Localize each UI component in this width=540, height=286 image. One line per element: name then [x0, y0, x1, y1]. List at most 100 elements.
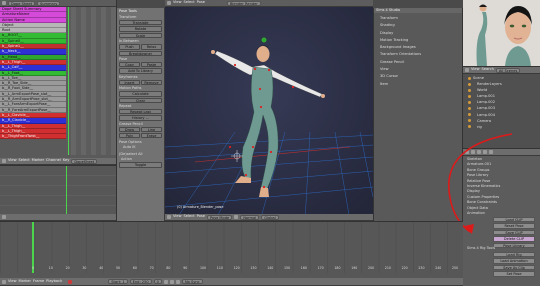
dopesheet-menu-marker[interactable]: Marker [32, 159, 44, 163]
dialog-panel-header[interactable]: 3D Cursor [374, 73, 462, 80]
dialog-panel-header[interactable]: Grease Pencil [374, 59, 462, 66]
tool-button[interactable]: Scale [119, 32, 162, 39]
tool-button[interactable]: Calculate [119, 91, 162, 97]
timeline-ticks: 0 10 20 30 40 50 60 70 80 90 100 110 120 130 140 150 160… [0, 266, 463, 272]
properties-dialog-list: Transform Shading Display Motion Tracking Ba… [374, 15, 462, 88]
timeline-menu-view[interactable]: View [8, 279, 17, 284]
tool-button[interactable]: Erase [141, 133, 162, 139]
timeline-tick-label: 120 [233, 266, 240, 270]
dialog-panel-header[interactable]: Transform Orientations [374, 51, 462, 58]
tool-sections: Transform Translate Rotate Scale In-Between P… [119, 15, 162, 139]
jump-start-icon[interactable] [163, 279, 168, 284]
dialog-panel-header[interactable]: Background Images [374, 44, 462, 51]
properties-dialog-header: Sims 4 Studio [374, 8, 462, 13]
timeline-tick-label: 160 [300, 266, 307, 270]
outliner-scene-select[interactable]: All Scenes [495, 67, 521, 73]
render-engine-select[interactable]: Blender Render [226, 0, 261, 6]
viewport-header-item-2[interactable]: Pose [197, 1, 205, 5]
orientation-select[interactable]: Global [261, 214, 279, 220]
tool-button[interactable]: Translate [119, 20, 162, 26]
playhead[interactable] [68, 7, 69, 155]
jump-end-icon[interactable] [175, 279, 180, 284]
timeline-menu-frame[interactable]: Frame [33, 279, 44, 284]
tool-button[interactable]: Line [141, 126, 162, 133]
tool-button[interactable]: Repeat Last [119, 108, 162, 115]
timeline-menu-playback[interactable]: Playback [46, 279, 62, 284]
tool-button[interactable]: Rotate [119, 26, 162, 32]
tool-button[interactable]: History ... [119, 115, 162, 121]
dialog-panel-header[interactable]: Item [374, 81, 462, 88]
current-frame-field[interactable]: 0 [153, 279, 162, 284]
dopesheet-menu-view[interactable]: View [8, 159, 17, 163]
outliner-view-menu[interactable]: View [471, 68, 480, 72]
timeline-tick-label: 0 [32, 266, 35, 270]
viewport-footer-item-0[interactable]: View [173, 215, 182, 219]
dopesheet-menu-key[interactable]: Key [63, 159, 70, 163]
dialog-panel-header[interactable]: Transform [374, 15, 462, 22]
dialog-panel-header[interactable]: View [374, 66, 462, 73]
timeline-tick-label: 80 [166, 266, 171, 270]
dopesheet-mode-select[interactable]: DopeSheet [71, 158, 98, 164]
viewport-footer: View Select Pose Pose Mode Normal Global [165, 214, 373, 221]
editor-type-icon[interactable] [2, 1, 6, 5]
pivot-select[interactable]: Normal [240, 214, 260, 220]
tool-button[interactable]: Remove [141, 79, 162, 86]
start-frame-field[interactable]: Start: 1 [108, 279, 128, 284]
dialog-panel-header[interactable]: Shading [374, 22, 462, 29]
tool-button[interactable]: Relax [141, 44, 162, 50]
outliner-editor-icon[interactable] [465, 68, 469, 72]
blender-logo-icon [167, 1, 171, 5]
tool-button[interactable]: Draw [119, 126, 140, 133]
editor-menu-icon[interactable] [2, 159, 6, 163]
viewport-3d[interactable]: View Select Pose Blender Render (0) Arma… [165, 0, 373, 221]
viewport-footer-item-2[interactable]: Pose [197, 215, 205, 219]
tool-button[interactable]: Breakdowner [119, 50, 162, 56]
tool-button[interactable]: Add To Library [119, 68, 162, 74]
record-icon[interactable] [68, 279, 73, 284]
dopesheet-header-tab-1[interactable]: Summary [37, 0, 61, 6]
timeline-tick-label: 110 [216, 266, 223, 270]
timeline-tick-label: 180 [334, 266, 341, 270]
tool-button[interactable]: Poly [119, 133, 140, 139]
sync-select[interactable]: No Sync [181, 279, 203, 284]
timeline-tick-label: 170 [317, 266, 324, 270]
dialog-panel-header[interactable]: Motion Tracking [374, 37, 462, 44]
tool-button-row: Insert Remove [119, 79, 162, 86]
sim-portrait-image [463, 0, 540, 66]
viewport-header-item-0[interactable]: View [173, 1, 182, 5]
timeline-editor-icon[interactable] [2, 279, 6, 284]
tool-button[interactable]: Insert [119, 79, 140, 86]
tool-button[interactable]: Clear [119, 97, 162, 103]
graph-playhead[interactable] [66, 166, 67, 215]
graph-menu-icon[interactable] [2, 215, 6, 219]
action-select[interactable]: Toggle [119, 162, 162, 168]
viewport-scene [165, 7, 373, 221]
tool-shelf-header: Pose Tools [119, 9, 137, 13]
dopesheet-header-tab-0[interactable]: Dope Sheet [8, 0, 35, 6]
outliner-search-menu[interactable]: Search [482, 68, 494, 72]
shading-icon[interactable] [234, 215, 239, 219]
viewport-header-item-1[interactable]: Select [184, 1, 195, 5]
tool-button[interactable]: Push [119, 44, 140, 50]
rig-action-button[interactable]: Save As Clip [493, 264, 535, 271]
clip-action-button[interactable]: Pose Library [493, 242, 535, 248]
tool-button-row: History ... [119, 115, 162, 121]
viewport-footer-item-1[interactable]: Select [184, 215, 195, 219]
dopesheet-menu-channel[interactable]: Channel [46, 159, 61, 163]
end-frame-field[interactable]: End: 250 [129, 279, 152, 284]
rig-action-button[interactable]: Load Rig [493, 252, 535, 258]
tool-button[interactable]: Paste [141, 61, 162, 68]
viewport-editor-icon[interactable] [167, 215, 171, 219]
dopesheet-menu-select[interactable]: Select [19, 159, 30, 163]
tool-button-row: Rotate [119, 26, 162, 32]
rig-buttons: Load Rig Load Animation Save As Clip Set Po… [463, 252, 540, 278]
auto-ik-checkbox[interactable]: Auto IK [119, 145, 162, 150]
play-icon[interactable] [169, 279, 174, 284]
tool-button[interactable]: Copy [119, 61, 140, 68]
dialog-panel-header[interactable]: Display [374, 30, 462, 37]
timeline-menu-marker[interactable]: Marker [19, 279, 31, 284]
pose-mode-select[interactable]: Pose Mode [206, 214, 233, 220]
rig-action-button[interactable]: Set Pose [493, 271, 535, 277]
rig-action-button[interactable]: Load Animation [493, 258, 535, 264]
channel-row[interactable]: b__ThighFrontTwist__ [0, 134, 66, 140]
